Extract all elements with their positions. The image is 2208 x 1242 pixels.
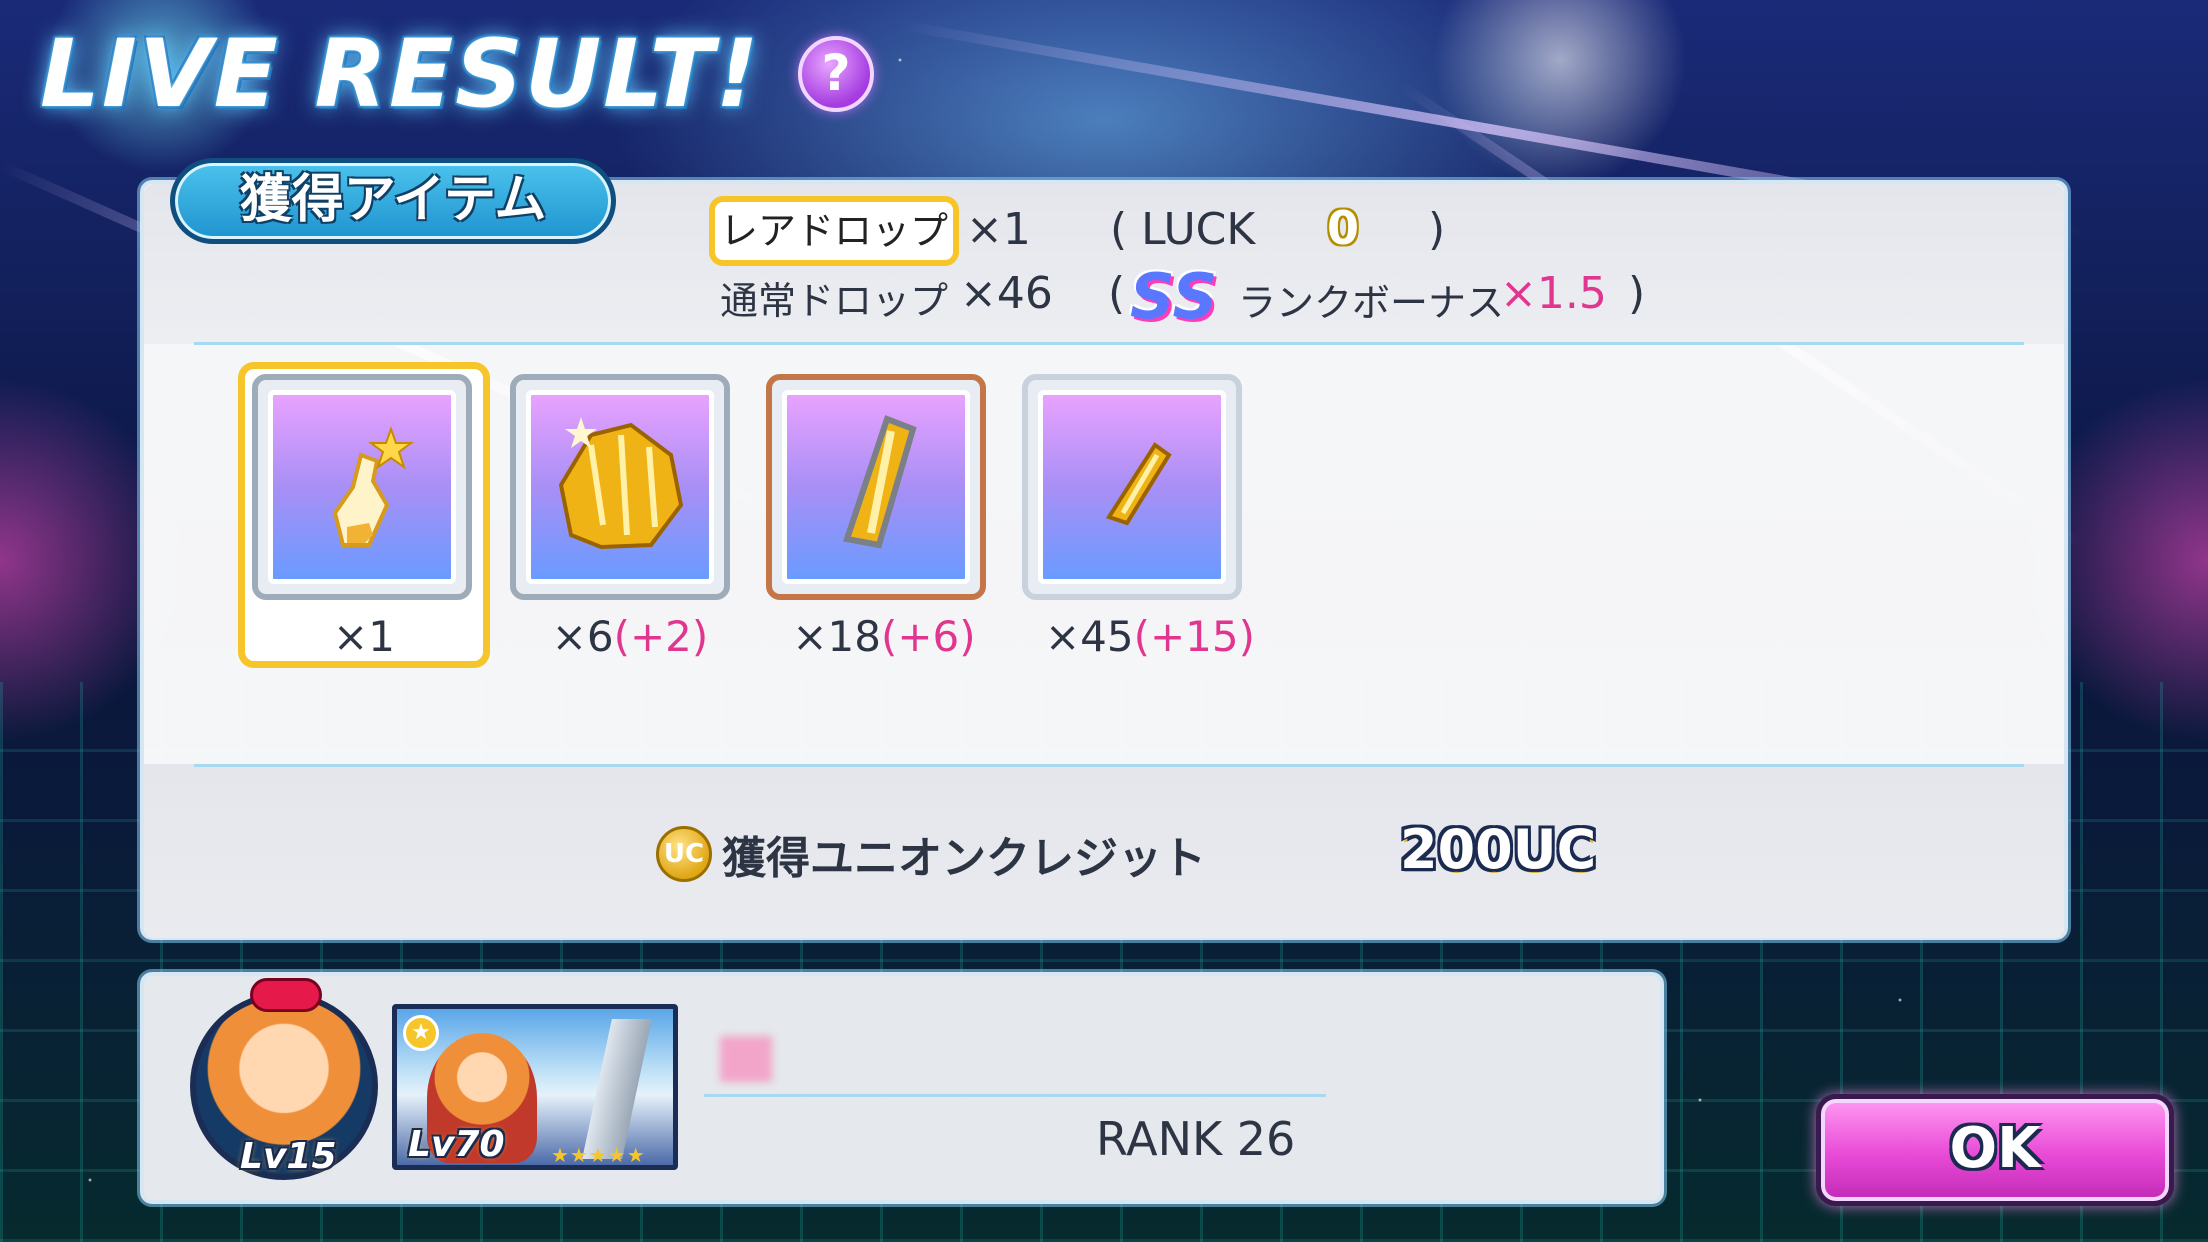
item-bonus-value: (+2) bbox=[613, 612, 709, 661]
item-card[interactable] bbox=[1022, 374, 1242, 600]
card-level: Lv70 bbox=[408, 1124, 505, 1165]
rank-bonus-label: ランクボーナス bbox=[1238, 281, 1505, 325]
item-qty: ×6(+2) bbox=[510, 612, 750, 661]
rank-bonus-multiplier: ×1.5 bbox=[1500, 268, 1607, 319]
live-result-title: LIVE RESULT! bbox=[40, 20, 761, 129]
luck-label: ( LUCK bbox=[1110, 204, 1256, 255]
item-qty-value: ×45 bbox=[1044, 612, 1134, 661]
item-card[interactable] bbox=[510, 374, 730, 600]
player-name-blurred bbox=[720, 1036, 772, 1082]
bonus-close: ) bbox=[1628, 268, 1646, 319]
gold-shard-icon bbox=[1038, 390, 1226, 584]
star-flask-icon bbox=[268, 390, 456, 584]
luck-close: ) bbox=[1428, 204, 1446, 255]
rare-drop-badge: レアドロップ bbox=[709, 196, 959, 266]
item-qty: ×18(+6) bbox=[764, 612, 1004, 661]
ribbon-bow-icon bbox=[250, 978, 322, 1012]
divider bbox=[194, 764, 2024, 767]
gold-crystal-icon bbox=[782, 390, 970, 584]
union-credit-label: 獲得ユニオンクレジット bbox=[722, 833, 1206, 884]
union-credit-value: 200UC bbox=[1400, 818, 1597, 881]
rare-drop-count: ×1 bbox=[966, 204, 1031, 255]
item-bonus-value: (+15) bbox=[1133, 612, 1256, 661]
item-card[interactable] bbox=[252, 374, 472, 600]
player-rank: RANK 26 bbox=[1096, 1112, 1296, 1166]
gold-crystal-cluster-icon bbox=[526, 390, 714, 584]
union-credit-coin-icon: UC bbox=[656, 826, 712, 882]
bonus-open: ( bbox=[1108, 268, 1126, 319]
item-card[interactable] bbox=[766, 374, 986, 600]
item-qty-value: ×18 bbox=[792, 612, 881, 661]
card-art-tower bbox=[582, 1019, 652, 1159]
ok-button[interactable]: OK bbox=[1816, 1094, 2174, 1206]
divider bbox=[194, 342, 2024, 345]
divider bbox=[704, 1094, 1326, 1097]
ss-rank-logo: SS bbox=[1130, 260, 1218, 333]
normal-drop-count: ×46 bbox=[960, 268, 1053, 319]
item-bonus-value: (+6) bbox=[880, 612, 976, 661]
item-qty: ×45(+15) bbox=[1020, 612, 1280, 661]
normal-drop-label: 通常ドロップ bbox=[720, 279, 949, 323]
luck-value: 0 bbox=[1326, 201, 1359, 255]
item-qty-value: ×6 bbox=[551, 612, 614, 661]
item-qty-value: ×1 bbox=[333, 612, 395, 661]
attribute-medal-icon: ★ bbox=[403, 1015, 439, 1051]
help-icon[interactable]: ? bbox=[798, 36, 874, 112]
card-rarity-stars: ★★★★★ bbox=[551, 1143, 646, 1167]
obtained-items-tab: 獲得アイテム bbox=[170, 158, 616, 244]
item-qty: ×1 bbox=[238, 612, 490, 661]
avatar-level: Lv15 bbox=[240, 1136, 337, 1177]
